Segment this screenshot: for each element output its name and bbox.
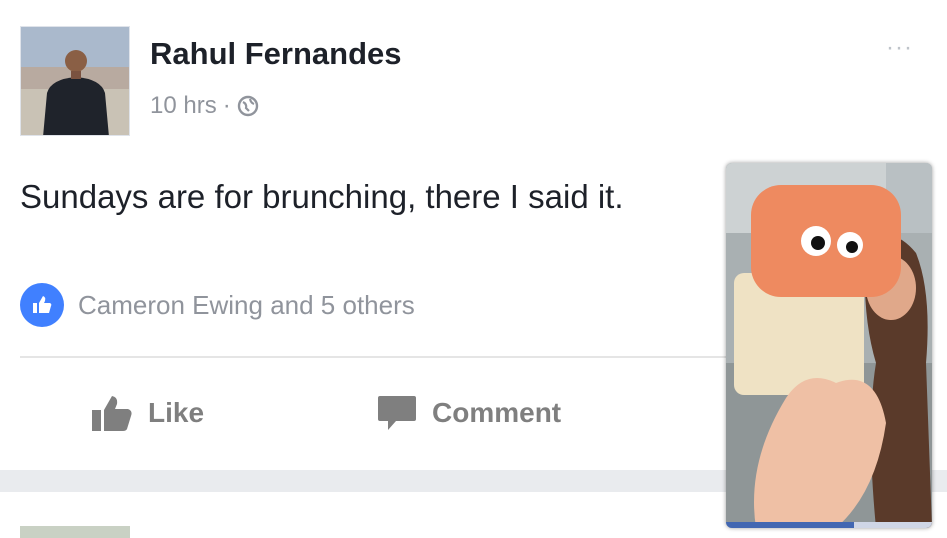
reactions-text: Cameron Ewing and 5 others bbox=[78, 289, 415, 320]
comment-button[interactable]: Comment bbox=[376, 393, 561, 433]
avatar-photo bbox=[21, 27, 129, 135]
video-progress-fill bbox=[726, 522, 854, 528]
thumbs-up-icon bbox=[92, 396, 132, 431]
next-post-avatar[interactable] bbox=[20, 526, 130, 538]
comment-icon bbox=[378, 396, 416, 430]
post-timestamp[interactable]: 10 hrs bbox=[150, 92, 217, 120]
video-progress-bar[interactable] bbox=[726, 522, 932, 528]
like-reaction-icon bbox=[20, 283, 64, 327]
comment-label: Comment bbox=[432, 397, 562, 428]
like-label: Like bbox=[148, 397, 205, 428]
video-frame bbox=[726, 163, 932, 528]
author-name[interactable]: Rahul Fernandes bbox=[150, 36, 402, 72]
meta-separator: · bbox=[222, 92, 231, 119]
globe-icon bbox=[237, 95, 258, 117]
post-text: Sundays are for brunching, there I said … bbox=[20, 178, 624, 215]
floating-video-player[interactable] bbox=[726, 163, 932, 528]
post-meta: 10 hrs · bbox=[150, 92, 259, 120]
reactions-summary[interactable]: Cameron Ewing and 5 others bbox=[20, 283, 415, 327]
more-options-icon[interactable]: ··· bbox=[886, 34, 913, 62]
author-avatar[interactable] bbox=[20, 26, 130, 136]
like-button[interactable]: Like bbox=[90, 393, 204, 433]
